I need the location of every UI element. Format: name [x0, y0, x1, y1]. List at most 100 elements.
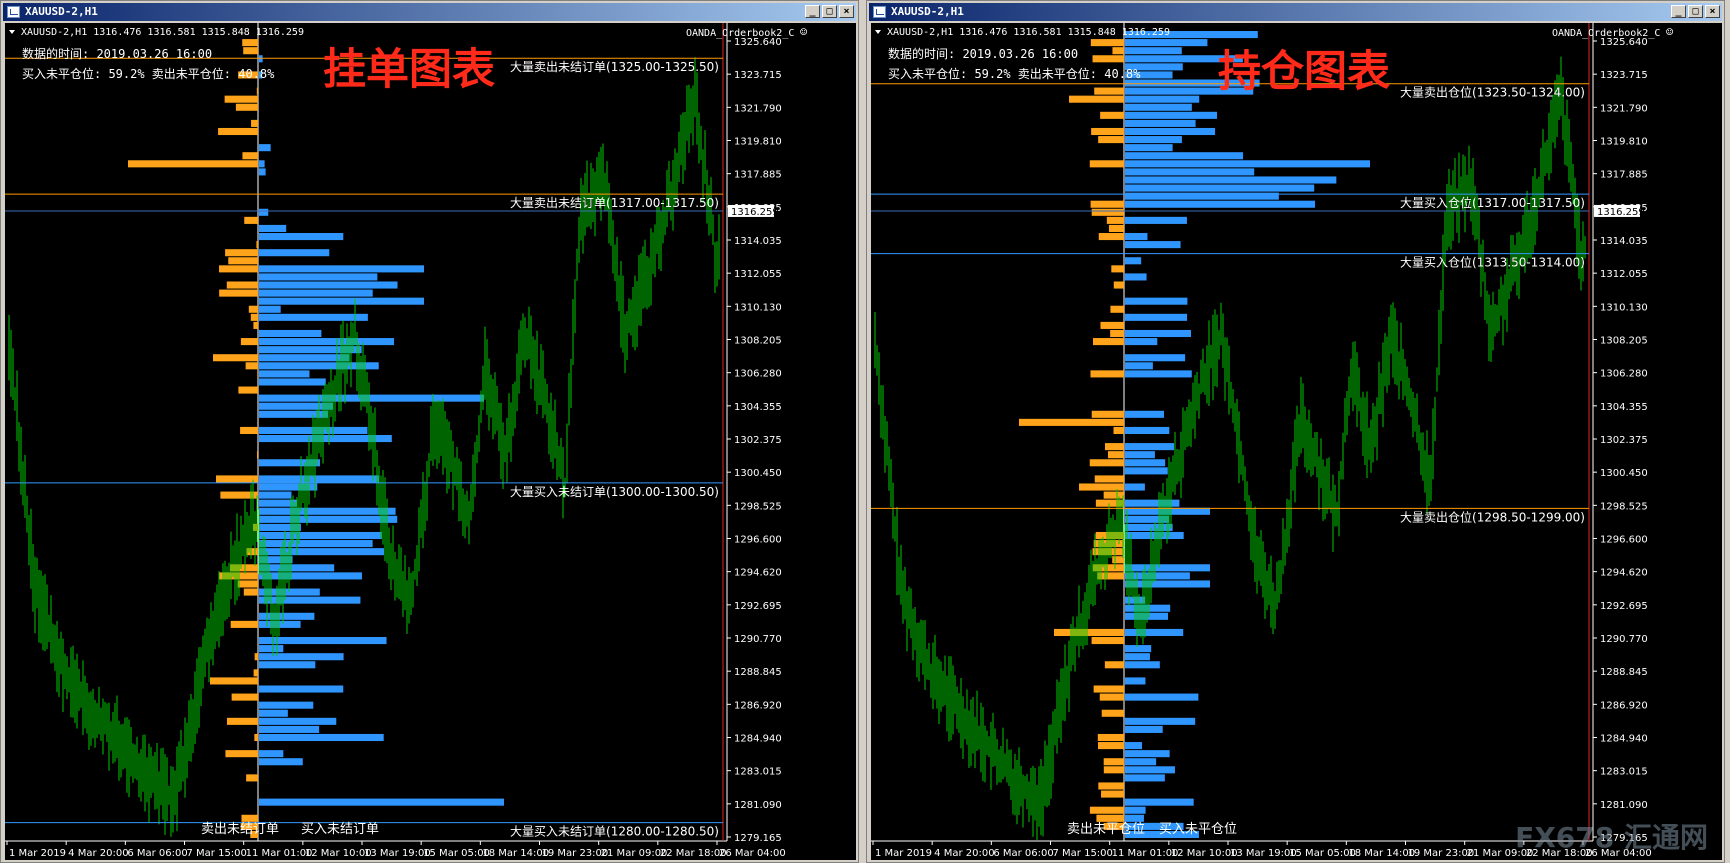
price-tick-label: 1317.885: [734, 170, 782, 181]
buy-volume-bar: [259, 507, 396, 515]
buy-volume-bar: [259, 725, 320, 733]
sell-label: 卖出未结订单: [201, 822, 280, 837]
buy-volume-bar: [1125, 362, 1153, 370]
price-tick-label: 1321.790: [734, 103, 782, 114]
sell-volume-bar: [1110, 305, 1124, 313]
price-tick-label: 1281.090: [734, 800, 782, 811]
price-tick-label: 1302.375: [1600, 435, 1648, 446]
price-tick-label: 1296.600: [1600, 535, 1648, 546]
level-label: 大量卖出仓位(1298.50-1299.00): [1400, 509, 1585, 524]
buy-volume-bar: [259, 540, 373, 548]
sell-volume-bar: [238, 386, 258, 394]
sell-volume-bar: [251, 119, 258, 127]
maximize-button[interactable]: □: [822, 5, 837, 18]
sell-volume-bar: [246, 548, 258, 556]
buy-volume-bar: [259, 410, 329, 418]
buy-volume-bar: [259, 556, 293, 564]
price-tick-label: 1290.770: [1600, 634, 1648, 645]
buy-volume-bar: [1125, 329, 1191, 338]
buy-volume-bar: [1125, 523, 1173, 531]
time-tick-label: 15 Mar 05:00: [1289, 848, 1356, 859]
minimize-button[interactable]: _: [1671, 5, 1686, 18]
price-chart[interactable]: 1325.640 1323.715 1321.790 1319.810 1317.885…: [871, 23, 1722, 860]
buy-volume-bar: [259, 733, 384, 742]
buy-volume-bar: [259, 515, 398, 523]
buy-volume-bar: [259, 435, 392, 443]
price-tick-label: 1296.600: [734, 535, 782, 546]
time-tick-label: 11 Mar 01:00: [246, 848, 313, 859]
time-tick-label: 1 Mar 2019: [875, 848, 932, 859]
sell-volume-bar: [257, 370, 258, 378]
time-tick-label: 26 Mar 04:00: [719, 848, 786, 859]
sell-volume-bar: [225, 750, 258, 758]
price-tick-label: 1304.355: [1600, 402, 1648, 413]
price-tick-label: 1321.790: [1600, 103, 1648, 114]
buy-volume-bar: [1125, 467, 1168, 475]
sell-volume-bar: [1112, 47, 1124, 55]
price-chart[interactable]: 1325.640 1323.715 1321.790 1319.810 1317.885…: [5, 23, 856, 860]
buy-volume-bar: [259, 475, 379, 483]
sell-volume-bar: [1094, 87, 1124, 95]
level-label: 大量卖出未结订单(1325.00-1325.50): [510, 60, 719, 74]
buy-volume-bar: [1125, 39, 1208, 47]
open-position-ratio: 买入未平仓位: 59.2% 卖出未平仓位: 40.8%: [22, 67, 275, 81]
sell-volume-bar: [224, 95, 258, 103]
chart-canvas: 1325.6401323.7151321.7901319.8101317.885…: [871, 23, 1652, 859]
sell-volume-bar: [1092, 338, 1124, 346]
sell-volume-bar: [1095, 499, 1124, 507]
sell-volume-bar: [218, 127, 258, 136]
close-button[interactable]: ×: [1705, 5, 1720, 18]
close-button[interactable]: ×: [839, 5, 854, 18]
buy-volume-bar: [259, 750, 284, 758]
buy-volume-bar: [259, 289, 373, 297]
buy-volume-bar: [1125, 531, 1184, 540]
sell-volume-bar: [242, 39, 258, 47]
window-titlebar[interactable]: XAUUSD-2,H1 _ □ ×: [3, 3, 856, 21]
time-tick-label: 21 Mar 09:00: [601, 848, 668, 859]
buy-volume-bar: [259, 370, 310, 378]
sell-volume-bar: [1097, 733, 1124, 742]
buy-volume-bar: [259, 564, 335, 572]
sell-volume-bar: [1113, 426, 1124, 434]
minimize-button[interactable]: _: [805, 5, 820, 18]
window-titlebar[interactable]: XAUUSD-2,H1 _ □ ×: [869, 3, 1722, 21]
price-tick-label: 1290.770: [734, 634, 782, 645]
sell-volume-bar: [1103, 491, 1124, 499]
sell-volume-bar: [1111, 265, 1124, 273]
buy-volume-bar: [1125, 717, 1196, 725]
price-tick-label: 1310.130: [1600, 302, 1648, 313]
time-tick-label: 12 Mar 10:00: [1171, 848, 1238, 859]
buy-volume-bar: [1125, 354, 1186, 362]
buy-volume-bar: [1125, 580, 1210, 588]
time-tick-label: 4 Mar 20:00: [68, 848, 128, 859]
buy-label: 买入未平仓位: [1159, 822, 1238, 837]
buy-volume-bar: [259, 491, 292, 499]
buy-volume-bar: [259, 329, 322, 338]
maximize-button[interactable]: □: [1688, 5, 1703, 18]
buy-volume-bar: [1125, 257, 1142, 265]
buy-volume-bar: [1125, 774, 1165, 782]
sell-volume-bar: [244, 216, 258, 224]
sell-volume-bar: [1094, 475, 1124, 483]
chart-window-pending-orders[interactable]: XAUUSD-2,H1 _ □ × 1325.640 1323.715 1321.7…: [0, 0, 859, 863]
buy-volume-bar: [1125, 725, 1163, 733]
sell-volume-bar: [253, 321, 258, 329]
sell-volume-bar: [210, 677, 258, 685]
time-tick-label: 18 Mar 14:00: [1348, 848, 1415, 859]
price-tick-label: 1314.035: [1600, 236, 1648, 247]
sell-volume-bar: [254, 733, 258, 742]
buy-volume-bar: [259, 653, 344, 661]
buy-volume-bar: [1125, 144, 1173, 152]
buy-volume-bar: [259, 281, 398, 289]
buy-volume-bar: [1125, 798, 1194, 806]
time-tick-label: 19 Mar 23:00: [542, 848, 609, 859]
sell-volume-bar: [254, 653, 258, 661]
time-tick-label: 4 Mar 20:00: [934, 848, 994, 859]
buy-volume-bar: [259, 338, 395, 346]
buy-volume-bar: [1125, 136, 1182, 144]
smiley-icon: ☺: [1666, 25, 1674, 39]
price-tick-label: 1294.620: [734, 568, 782, 579]
chart-window-positions[interactable]: XAUUSD-2,H1 _ □ × 1325.640 1323.715 1321.7…: [866, 0, 1725, 863]
level-label: 大量买入仓位(1317.00-1317.50): [1400, 195, 1585, 210]
sell-volume-bar: [1097, 742, 1124, 750]
